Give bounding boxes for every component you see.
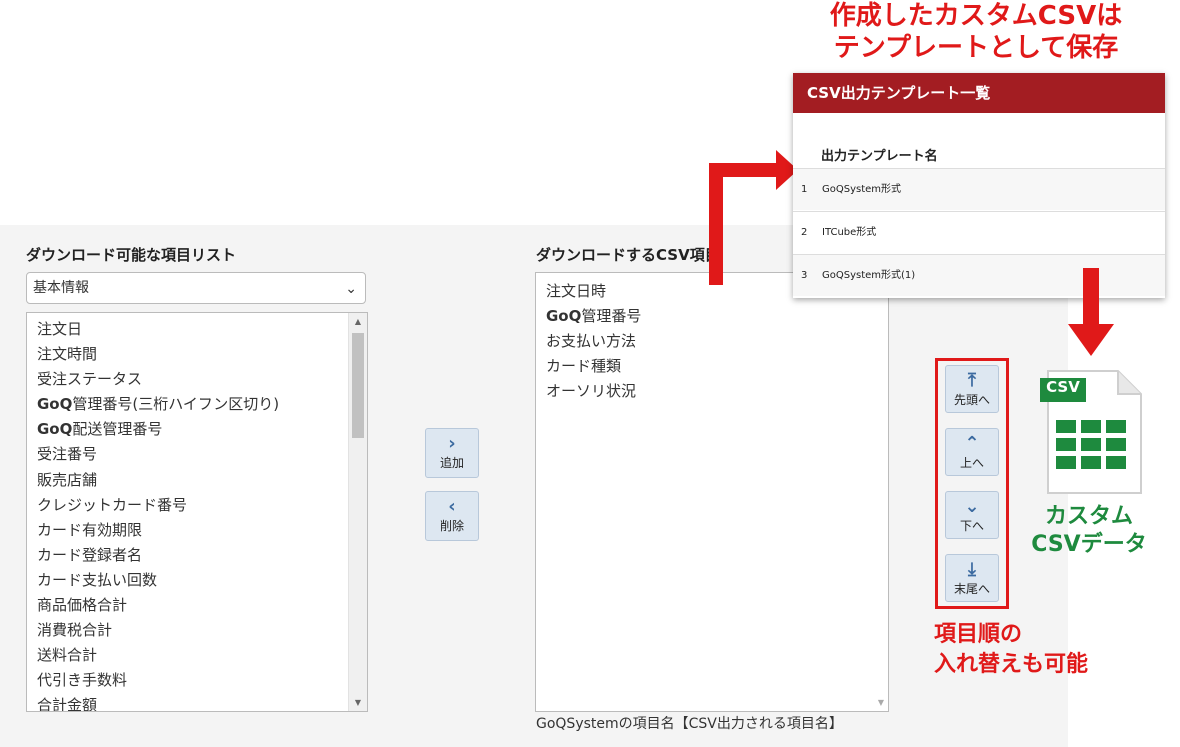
list-item-label: 消費税合計 [37, 621, 113, 640]
list-item-label: カード登録者名 [37, 545, 143, 564]
list-item-label: 注文時間 [37, 345, 98, 364]
list-item-label: カード支払い回数 [37, 570, 158, 589]
list-item[interactable]: 消費税合計 [37, 618, 367, 643]
move-to-bottom-label: 末尾へ [953, 582, 990, 596]
template-row[interactable]: 2 ITCube形式 [793, 211, 1165, 253]
list-item-label: オーソリ状況 [546, 382, 637, 401]
list-item-label: 合計金額 [37, 696, 98, 712]
list-item[interactable]: GoQ管理番号(三桁ハイフン区切り) [37, 392, 367, 417]
scroll-up-arrow-icon[interactable]: ▲ [349, 317, 367, 326]
list-item[interactable]: カード登録者名 [37, 543, 367, 568]
download-items-caption: GoQSystemの項目名【CSV出力される項目名】 [536, 716, 843, 732]
list-item-label: カード種類 [546, 357, 622, 376]
list-item[interactable]: GoQ配送管理番号 [37, 417, 367, 442]
add-button-label: 追加 [439, 456, 464, 470]
list-item[interactable]: 商品価格合計 [37, 593, 367, 618]
list-item-label: クレジットカード番号 [37, 495, 188, 514]
list-item[interactable]: 注文時間 [37, 342, 367, 367]
scrollbar-thumb[interactable] [352, 333, 364, 438]
template-row-name: GoQSystem形式 [822, 184, 902, 195]
annotation-line: 作成したカスタムCSVは [829, 1, 1123, 31]
custom-csv-label: カスタム CSVデータ [1022, 503, 1156, 559]
list-item[interactable]: 合計金額 [37, 693, 367, 712]
custom-csv-line: カスタム [1044, 504, 1133, 529]
custom-csv-line: CSVデータ [1031, 532, 1147, 557]
move-up-label: 上へ [959, 456, 984, 470]
double-chevron-up-icon: ⤒ [968, 370, 976, 391]
annotation-line: テンプレートとして保存 [833, 33, 1119, 63]
chevron-down-icon: ⌄ [345, 281, 357, 297]
category-select[interactable]: 基本情報 ⌄ [26, 272, 366, 304]
template-row-name: ITCube形式 [822, 227, 877, 238]
list-item[interactable]: クレジットカード番号 [37, 493, 367, 518]
list-item-label: 受注ステータス [37, 370, 143, 389]
annotation-line: 入れ替えも可能 [934, 652, 1089, 677]
remove-button-label: 削除 [439, 519, 464, 533]
category-select-value: 基本情報 [33, 280, 89, 296]
list-item-label: 管理番号 [581, 307, 642, 326]
list-item-prefix: GoQ [546, 307, 582, 326]
template-list-popup: CSV出力テンプレート一覧 出力テンプレート名 1 GoQSystem形式 2 … [793, 73, 1165, 298]
list-item-label: 商品価格合計 [37, 596, 128, 615]
list-item-label: 代引き手数料 [37, 671, 128, 690]
arrow-to-popup-icon [709, 150, 798, 285]
list-item-label: カード有効期限 [37, 520, 143, 539]
available-items-scrollbar[interactable]: ▲ ▼ [348, 313, 367, 711]
list-item-prefix: GoQ [37, 420, 73, 439]
list-item[interactable]: 受注番号 [37, 442, 367, 467]
chevron-right-icon: › [448, 433, 456, 454]
list-item[interactable]: オーソリ状況 [546, 379, 888, 404]
scroll-down-arrow-icon[interactable]: ▼ [878, 698, 884, 707]
list-item[interactable]: 注文日 [37, 317, 367, 342]
list-item[interactable]: GoQ管理番号 [546, 304, 888, 329]
list-item-label: 注文日時 [546, 282, 607, 300]
list-item[interactable]: 販売店舗 [37, 468, 367, 493]
chevron-left-icon: ‹ [448, 496, 456, 517]
double-chevron-down-icon: ⤓ [968, 559, 976, 580]
csv-badge-label: CSV [1046, 378, 1080, 396]
annotation-line: 項目順の [934, 622, 1023, 647]
list-item-label: 送料合計 [37, 646, 98, 665]
move-to-top-button[interactable]: ⤒ 先頭へ [945, 365, 999, 413]
template-row-number: 2 [801, 227, 808, 238]
chevron-up-icon: ⌃ [964, 433, 980, 454]
list-item-prefix: GoQ [37, 395, 73, 414]
template-column-header: 出力テンプレート名 [821, 149, 938, 164]
scroll-down-arrow-icon[interactable]: ▼ [349, 698, 367, 707]
move-down-button[interactable]: ⌄ 下へ [945, 491, 999, 539]
move-to-top-label: 先頭へ [953, 393, 990, 407]
chevron-down-icon: ⌄ [964, 496, 980, 517]
list-item[interactable]: カード有効期限 [37, 518, 367, 543]
move-to-bottom-button[interactable]: ⤓ 末尾へ [945, 554, 999, 602]
annotation-reorder: 項目順の 入れ替えも可能 [934, 620, 1088, 680]
list-item[interactable]: 受注ステータス [37, 367, 367, 392]
arrow-down-icon [1068, 268, 1114, 356]
list-item[interactable]: カード支払い回数 [37, 568, 367, 593]
list-item-label: 配送管理番号 [72, 420, 163, 439]
add-button[interactable]: › 追加 [425, 428, 479, 478]
template-row-number: 3 [801, 270, 808, 281]
list-item[interactable]: 送料合計 [37, 643, 367, 668]
available-items-list[interactable]: 注文日 注文時間 受注ステータス GoQ管理番号(三桁ハイフン区切り) GoQ配送管理番… [26, 312, 368, 712]
list-item-label: 販売店舗 [37, 470, 98, 489]
template-popup-title: CSV出力テンプレート一覧 [793, 73, 1165, 113]
template-row-name: GoQSystem形式(1) [822, 270, 916, 281]
list-item-label: お支払い方法 [546, 332, 637, 351]
list-item[interactable]: お支払い方法 [546, 329, 888, 354]
list-item[interactable]: 代引き手数料 [37, 668, 367, 693]
download-items-heading: ダウンロードするCSV項目 [536, 246, 720, 264]
move-up-button[interactable]: ⌃ 上へ [945, 428, 999, 476]
move-down-label: 下へ [959, 519, 984, 533]
remove-button[interactable]: ‹ 削除 [425, 491, 479, 541]
available-items-heading: ダウンロード可能な項目リスト [26, 246, 237, 264]
template-row[interactable]: 1 GoQSystem形式 [793, 168, 1165, 210]
list-item-label: 管理番号(三桁ハイフン区切り) [72, 395, 280, 414]
template-row-number: 1 [801, 184, 808, 195]
list-item-label: 受注番号 [37, 445, 98, 464]
list-item-label: 注文日 [37, 320, 83, 338]
list-item[interactable]: カード種類 [546, 354, 888, 379]
download-items-list[interactable]: 注文日時 GoQ管理番号お支払い方法 カード種類オーソリ状況 ▼ [535, 272, 889, 712]
available-items: 注文日 注文時間 受注ステータス GoQ管理番号(三桁ハイフン区切り) GoQ配送管理番… [27, 313, 367, 712]
annotation-save-template: 作成したカスタムCSVは テンプレートとして保存 [826, 0, 1126, 64]
